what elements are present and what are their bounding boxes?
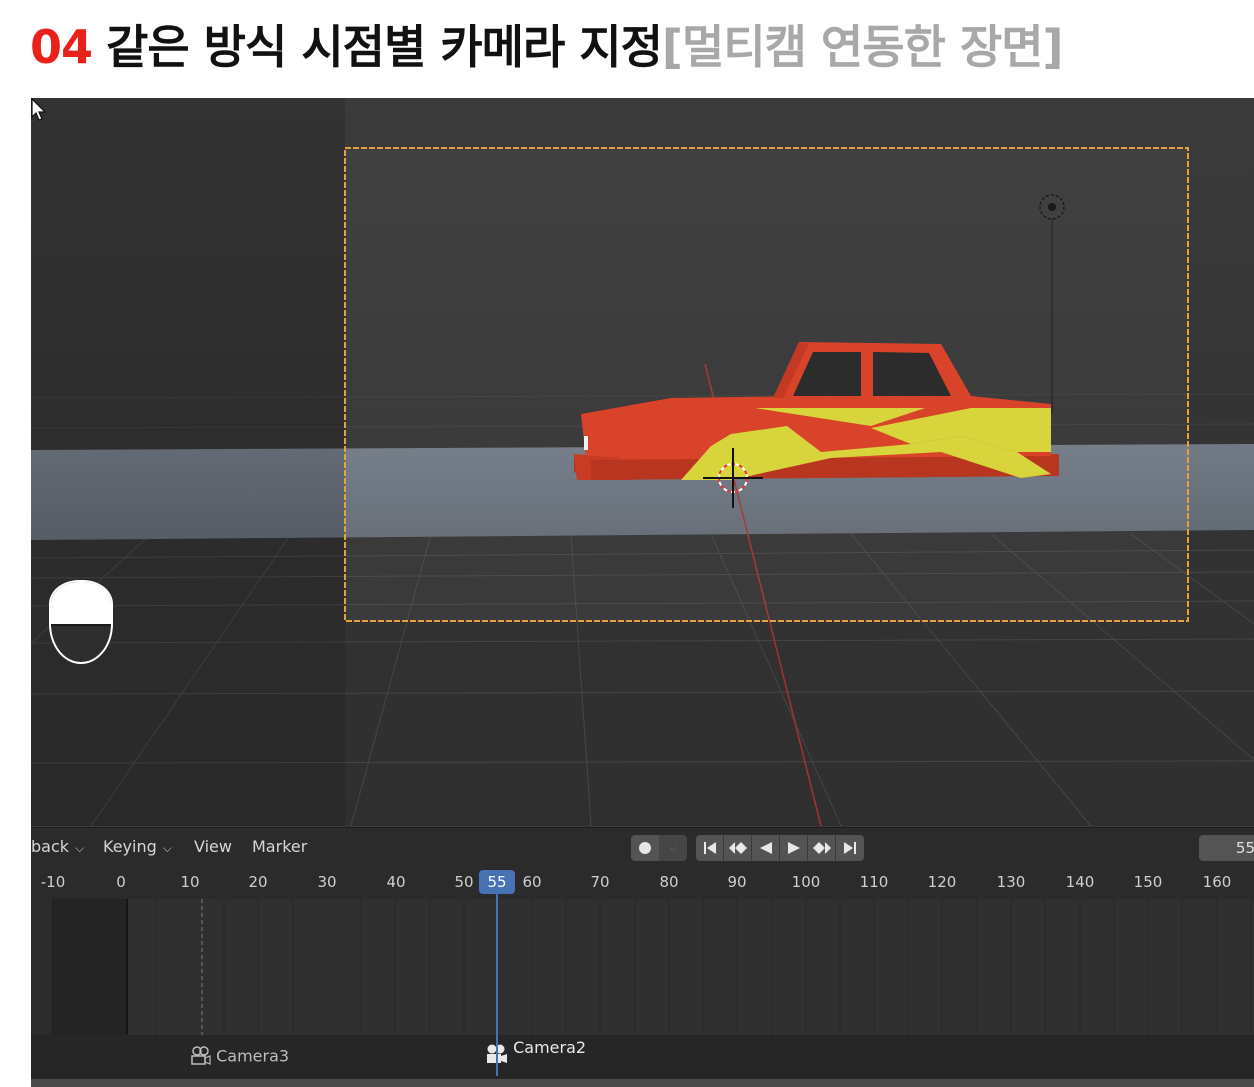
camera-marker-icon [191, 1046, 211, 1065]
menu-keying[interactable]: Keying ⌵ [103, 828, 172, 866]
play-reverse-icon[interactable] [752, 835, 780, 861]
ruler-tick: 140 [1065, 873, 1095, 891]
gizmo-top [51, 582, 111, 624]
bottom-border [31, 1079, 1254, 1087]
3d-viewport[interactable] [31, 98, 1254, 826]
camera-view-gizmo-icon[interactable] [49, 580, 113, 664]
ruler-tick: 0 [116, 873, 126, 891]
ruler-tick: 60 [522, 873, 542, 891]
ruler-tick: 110 [859, 873, 889, 891]
marker-camera2-label: Camera2 [513, 1038, 587, 1057]
ruler-tick: 30 [317, 873, 337, 891]
ruler-tick: 90 [727, 873, 747, 891]
track-grid [155, 899, 1252, 1035]
heading-number: 04 [30, 20, 93, 74]
ruler-tick: 130 [996, 873, 1026, 891]
menu-playback-label: back [31, 837, 70, 856]
jump-start-icon[interactable] [696, 835, 724, 861]
ruler-tick: 10 [180, 873, 200, 891]
camera-passepartout-left [31, 98, 345, 826]
marker-camera3[interactable]: Camera3 [189, 1045, 289, 1067]
ruler-tick: 160 [1202, 873, 1232, 891]
menu-view-label: View [194, 837, 232, 856]
marker-camera3-label: Camera3 [216, 1046, 290, 1066]
chevron-down-icon: ⌵ [162, 841, 172, 855]
menu-playback[interactable]: back ⌵ [31, 828, 84, 866]
ruler-tick: 40 [386, 873, 406, 891]
playback-controls [696, 835, 864, 861]
menu-view[interactable]: View [194, 828, 232, 866]
ruler-tick: 120 [927, 873, 957, 891]
ruler-tick: -10 [40, 873, 66, 891]
current-frame-indicator[interactable]: 55 [479, 870, 515, 894]
auto-keying-toggle[interactable]: ⌵ [631, 835, 687, 861]
frame-ruler[interactable]: -10 0 10 20 30 40 50 60 70 80 90 100 110… [31, 865, 1254, 899]
chevron-down-icon[interactable]: ⌵ [659, 835, 687, 861]
ruler-tick: 150 [1133, 873, 1163, 891]
playhead-line[interactable] [496, 893, 498, 1076]
ruler-tick: 70 [590, 873, 610, 891]
record-icon[interactable] [631, 835, 659, 861]
menu-marker[interactable]: Marker [252, 828, 307, 866]
gizmo-divider [51, 624, 111, 626]
timeline-header: back ⌵ Keying ⌵ View Marker ⌵ 55 [31, 827, 1254, 865]
jump-end-icon[interactable] [836, 835, 864, 861]
marker-camera2[interactable]: Camera2 [484, 1037, 586, 1069]
play-icon[interactable] [780, 835, 808, 861]
next-keyframe-icon[interactable] [808, 835, 836, 861]
viewport-scene [31, 98, 1254, 826]
camera-frame [344, 147, 1189, 622]
prev-keyframe-icon[interactable] [724, 835, 752, 861]
ruler-tick: 20 [248, 873, 268, 891]
menu-keying-label: Keying [103, 837, 157, 856]
ruler-tick: 50 [454, 873, 474, 891]
page-heading: 04 같은 방식 시점별 카메라 지정[멀티캠 연동한 장면] [30, 14, 1064, 80]
mouse-pointer-icon [31, 98, 47, 121]
timeline-tracks[interactable] [31, 899, 1254, 1035]
chevron-down-icon: ⌵ [75, 841, 85, 855]
blender-screen: back ⌵ Keying ⌵ View Marker ⌵ 55 -10 0 1… [31, 98, 1254, 1087]
ruler-tick: 80 [659, 873, 679, 891]
heading-subtitle: [멀티캠 연동한 장면] [661, 20, 1064, 74]
ruler-tick: 100 [791, 873, 821, 891]
marker-row[interactable]: Camera3 Camera2 [31, 1035, 1254, 1079]
heading-title: 같은 방식 시점별 카메라 지정 [106, 20, 663, 74]
current-frame-field[interactable]: 55 [1199, 835, 1254, 861]
menu-marker-label: Marker [252, 837, 308, 856]
